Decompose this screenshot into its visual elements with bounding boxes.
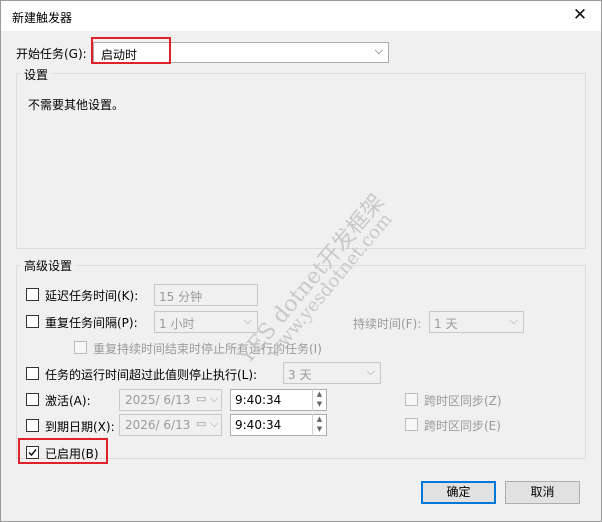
expire-sync-label: 跨时区同步(E) [424,419,501,433]
expire-time-value: 9:40:34 [235,418,282,432]
chevron-down-icon: ⌵ [374,44,383,57]
activate-time-value: 9:40:34 [235,393,282,407]
repeat-checkbox[interactable] [26,315,39,328]
activate-sync-label: 跨时区同步(Z) [424,394,502,408]
activate-label: 激活(A): [45,394,91,408]
stop-longer-checkbox[interactable] [26,367,39,380]
expire-sync-checkbox[interactable] [405,418,418,431]
expire-date-value: 2026/ 6/13 [125,418,191,432]
dialog-title: 新建触发器 [12,11,73,25]
activate-date-picker[interactable]: 2025/ 6/13 ▭ ⌵ [119,389,222,411]
stop-longer-value: 3 天 [288,368,312,382]
duration-value: 1 天 [434,317,458,331]
expire-label: 到期日期(X): [45,420,115,434]
calendar-icon: ▭ [196,417,207,430]
duration-select[interactable]: 1 天 ⌵ [429,311,524,333]
chevron-down-icon: ⌵ [366,365,375,378]
stop-longer-label: 任务的运行时间超过此值则停止执行(L): [45,368,258,382]
delay-label: 延迟任务时间(K): [45,289,139,303]
enabled-highlight [18,438,108,464]
activate-time-field[interactable]: 9:40:34 ▲ ▼ [230,389,327,411]
chevron-down-icon: ⌵ [509,314,518,327]
activate-checkbox[interactable] [26,393,39,406]
close-icon[interactable]: ✕ [571,5,589,25]
ok-button[interactable]: 确定 [421,481,496,504]
activate-date-value: 2025/ 6/13 [125,393,191,407]
advanced-group-label: 高级设置 [21,257,76,274]
chevron-down-icon: ⌵ [210,392,219,405]
title-bar: 新建触发器 ✕ [1,1,601,31]
settings-group-label: 设置 [21,66,52,83]
dialog-window: 新建触发器 ✕ 开始任务(G): 启动时 ⌵ 设置 不需要其他设置。 高级设置 … [0,0,602,522]
stop-longer-select[interactable]: 3 天 ⌵ [283,362,381,384]
delay-checkbox[interactable] [26,288,39,301]
delay-select[interactable]: 15 分钟 [154,284,258,306]
repeat-label: 重复任务间隔(P): [45,316,138,330]
start-task-label: 开始任务(G): [16,47,87,61]
time-spinner-icon[interactable]: ▲ ▼ [312,389,326,411]
time-spinner-icon[interactable]: ▲ ▼ [312,414,326,436]
expire-date-picker[interactable]: 2026/ 6/13 ▭ ⌵ [119,414,222,436]
duration-label: 持续时间(F): [353,317,422,331]
settings-message: 不需要其他设置。 [28,98,125,112]
expire-checkbox[interactable] [26,419,39,432]
start-task-highlight [91,37,171,64]
stop-all-checkbox[interactable] [74,341,87,354]
activate-sync-checkbox[interactable] [405,393,418,406]
calendar-icon: ▭ [196,392,207,405]
delay-value: 15 分钟 [159,290,203,304]
repeat-interval-value: 1 小时 [159,317,195,331]
repeat-interval-select[interactable]: 1 小时 ⌵ [154,311,258,333]
chevron-down-icon: ⌵ [210,417,219,430]
cancel-button[interactable]: 取消 [505,481,580,504]
expire-time-field[interactable]: 9:40:34 ▲ ▼ [230,414,327,436]
